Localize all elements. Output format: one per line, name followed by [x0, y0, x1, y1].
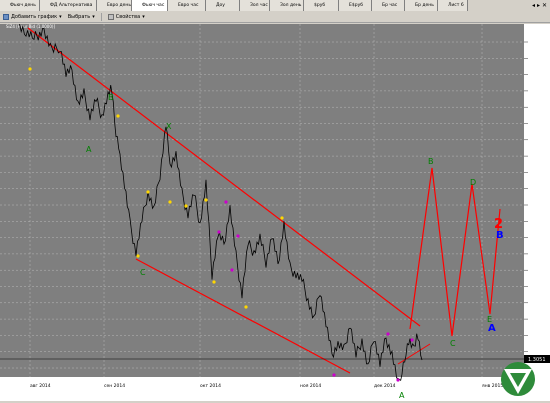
sheet-tab[interactable]: Фьюч час — [132, 0, 168, 11]
properties-button[interactable]: Свойства ▾ — [107, 13, 145, 20]
time-label: янв 2015 — [482, 383, 503, 389]
wave-label-big: B — [496, 230, 504, 241]
time-label: ноя 2014 — [300, 383, 321, 389]
sheet-tab[interactable]: Зол день — [270, 0, 304, 11]
wave-sublabel-marker — [244, 305, 248, 309]
chart-toolbar: Добавить график ▾ Выбрать ▾ Свойства ▾ — [0, 11, 550, 23]
price-chart[interactable]: SiZ4 [Hour Bid (1.0000)] 1.3051 B A X C … — [0, 16, 550, 401]
wave-sublabel-marker — [184, 204, 188, 208]
price-axis — [524, 24, 550, 401]
wave-sublabel-marker — [212, 280, 216, 284]
scroll-left-icon[interactable]: ◂ — [532, 2, 535, 9]
wave-sublabel-marker — [280, 216, 284, 220]
wave-sublabel-marker — [168, 200, 172, 204]
sheet-tab[interactable]: ФД Альтернатива — [40, 0, 97, 11]
wave-label: D — [470, 178, 476, 187]
time-label: авг 2014 — [30, 383, 51, 389]
logo — [501, 362, 535, 396]
plot-background — [0, 24, 524, 377]
add-chart-button[interactable]: Добавить график ▾ — [3, 13, 62, 20]
properties-label: Свойства — [115, 13, 141, 20]
chart-add-icon — [3, 13, 9, 20]
wave-sublabel-marker — [386, 332, 390, 336]
chart-legend: SiZ4 [Hour Bid (1.0000)] — [6, 24, 55, 29]
chevron-down-icon: ▾ — [142, 13, 145, 20]
wave-sublabel-marker — [146, 190, 150, 194]
wave-label: B — [108, 93, 114, 102]
sheet-tab[interactable]: Бр час — [372, 0, 405, 11]
close-icon[interactable]: ✕ — [542, 2, 547, 9]
wave-label: C — [140, 268, 146, 277]
wave-label: A — [86, 145, 92, 154]
wave-sublabel-marker — [236, 234, 240, 238]
time-axis — [0, 377, 524, 401]
sheet-tab[interactable]: $руб — [304, 0, 339, 11]
sheet-tab[interactable]: Бр день — [405, 0, 438, 11]
time-label: окт 2014 — [200, 383, 221, 389]
time-label: сен 2014 — [104, 383, 125, 389]
current-price-value: 1.3051 — [528, 357, 546, 363]
sheet-tab[interactable]: Зол час — [240, 0, 270, 11]
chevron-down-icon: ▾ — [59, 13, 62, 20]
sheet-tab[interactable]: Евро час — [168, 0, 206, 11]
wave-sublabel-marker — [396, 378, 400, 382]
add-chart-label: Добавить график — [11, 13, 58, 20]
select-label: Выбрать — [67, 13, 91, 20]
wave-sublabel-marker — [204, 198, 208, 202]
wave-sublabel-marker — [28, 67, 32, 71]
toolbar-divider — [100, 12, 102, 21]
sheet-tab[interactable]: Доу — [206, 0, 240, 11]
price-axis-ticks — [524, 41, 528, 369]
sheet-tab[interactable]: Лист 6 — [438, 0, 468, 11]
select-button[interactable]: Выбрать ▾ — [68, 14, 95, 20]
wave-label-big: A — [488, 323, 496, 334]
wave-sublabel-marker — [136, 254, 140, 258]
wave-label: C — [450, 339, 456, 348]
wave-sublabel-marker — [230, 268, 234, 272]
wave-sublabel-marker — [332, 373, 336, 377]
time-label: дек 2014 — [374, 383, 396, 389]
wave-label: X — [166, 122, 172, 131]
sheet-tab[interactable]: Евро день — [97, 0, 132, 11]
tab-bar-controls: ◂ ▸ ✕ — [532, 0, 550, 11]
wave-sublabel-marker — [116, 114, 120, 118]
chevron-down-icon: ▾ — [92, 13, 95, 20]
sheet-tab[interactable]: E$руб — [339, 0, 372, 11]
wave-sublabel-marker — [217, 230, 221, 234]
properties-icon — [107, 13, 114, 20]
scroll-right-icon[interactable]: ▸ — [537, 2, 540, 9]
wave-sublabel-marker — [224, 200, 228, 204]
wave-label: A — [399, 391, 405, 400]
wave-label: B — [428, 157, 434, 166]
sheet-tab[interactable]: Фьюч день — [0, 0, 40, 11]
wave-sublabel-marker — [410, 338, 414, 342]
chart-area[interactable]: SiZ4 [Hour Bid (1.0000)] 1.3051 B A X C … — [0, 16, 550, 401]
